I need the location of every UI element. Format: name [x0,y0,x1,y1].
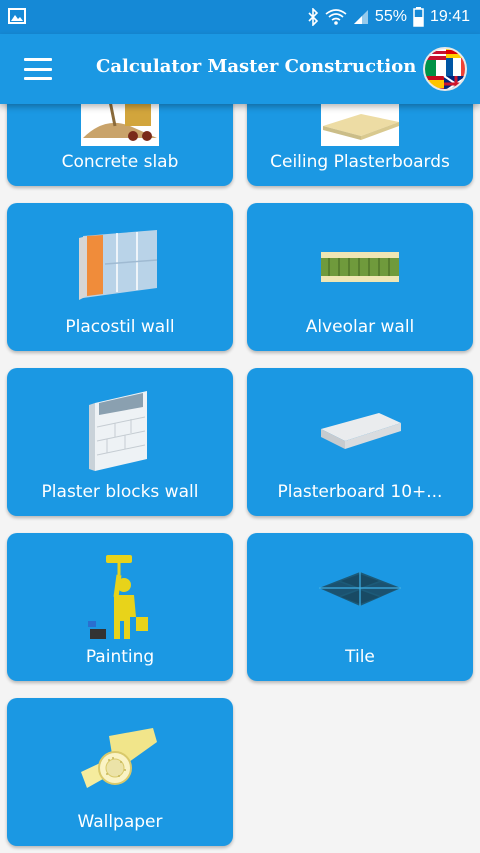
hamburger-menu-icon[interactable] [18,54,58,84]
ceiling-plasterboard-icon [247,104,473,146]
card-label: Tile [345,647,375,667]
card-label: Wallpaper [77,812,163,832]
card-label: Ceiling Plasterboards [270,152,450,172]
tile-icon [247,551,473,641]
alveolar-wall-icon [247,221,473,311]
wifi-icon [325,8,347,26]
battery-percent: 55% [374,8,407,25]
signal-icon [353,9,369,25]
app-title: Calculator Master Construction [96,56,417,77]
image-icon [8,8,26,28]
status-bar: 55% 19:41 [0,0,480,34]
card-label: Alveolar wall [305,317,415,337]
clock-time: 19:41 [429,8,470,25]
language-globe-icon[interactable] [422,46,468,92]
card-concrete-slab[interactable]: Concrete slab [7,104,233,186]
plaster-blocks-icon [7,386,233,476]
plasterboard-icon [247,386,473,476]
app-bar: Calculator Master Construction [0,34,480,104]
card-label: Concrete slab [61,152,179,172]
battery-icon [413,7,424,27]
card-ceiling-plasterboards[interactable]: Ceiling Plasterboards [247,104,473,186]
wallpaper-roll-icon [7,716,233,806]
tools-grid: Concrete slab Ceiling Plasterboards Plac… [0,104,480,853]
card-plasterboard[interactable]: Plasterboard 10+... [247,368,473,516]
painter-icon [7,551,233,641]
card-label: Plasterboard 10+... [277,482,443,502]
card-label: Placostil wall [65,317,175,337]
placostil-wall-icon [7,221,233,311]
bluetooth-icon [307,8,319,26]
card-wallpaper[interactable]: Wallpaper [7,698,233,846]
card-tile[interactable]: Tile [247,533,473,681]
card-placostil-wall[interactable]: Placostil wall [7,203,233,351]
card-painting[interactable]: Painting [7,533,233,681]
card-alveolar-wall[interactable]: Alveolar wall [247,203,473,351]
card-plaster-blocks-wall[interactable]: Plaster blocks wall [7,368,233,516]
card-label: Painting [85,647,155,667]
card-label: Plaster blocks wall [41,482,199,502]
concrete-slab-icon [7,104,233,146]
